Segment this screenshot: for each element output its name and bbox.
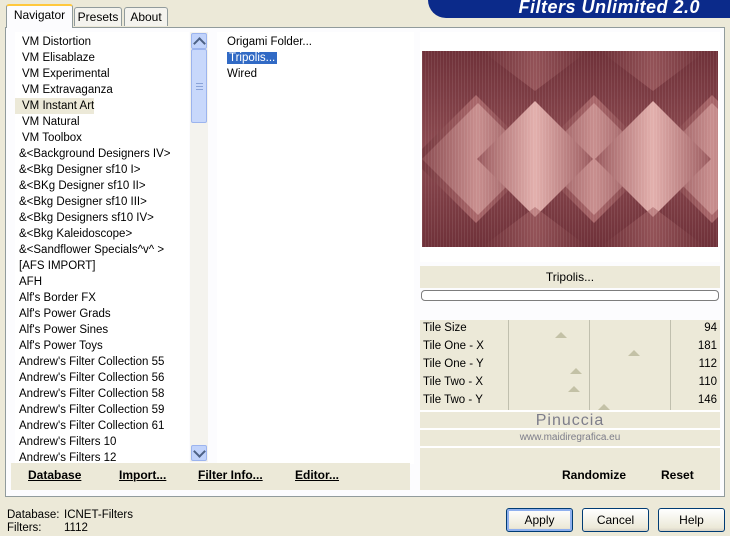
reset-button[interactable]: Reset <box>661 468 694 482</box>
import-button[interactable]: Import... <box>119 468 166 482</box>
param-slider[interactable] <box>482 392 696 410</box>
category-scrollbar[interactable] <box>190 32 208 462</box>
category-item[interactable]: [AFS IMPORT] <box>15 258 189 274</box>
category-item[interactable]: VM Elisablaze <box>15 50 189 66</box>
category-item[interactable]: &<Bkg Designer sf10 I> <box>15 162 189 178</box>
left-button-bar: Database Import... Filter Info... Editor… <box>11 463 410 490</box>
tab-about[interactable]: About <box>124 7 168 26</box>
database-value: ICNET-Filters <box>64 509 133 521</box>
category-list[interactable]: VM Distortion VM Elisablaze VM Experimenta… <box>15 32 189 464</box>
title-banner: Filters Unlimited 2.0 <box>428 0 730 18</box>
scroll-down-button[interactable] <box>191 445 207 461</box>
filters-count-label: Filters: <box>7 522 42 534</box>
category-item[interactable]: Alf's Power Grads <box>15 306 189 322</box>
category-item[interactable]: Andrew's Filter Collection 61 <box>15 418 189 434</box>
category-item[interactable]: VM Experimental <box>15 66 189 82</box>
filter-name-label: Tripolis... <box>420 266 720 288</box>
category-item[interactable]: &<Background Designers IV> <box>15 146 189 162</box>
parameter-panel: Pinuccia www.maidiregrafica.eu Tile Size… <box>420 320 720 465</box>
tab-presets[interactable]: Presets <box>74 7 122 26</box>
right-button-bar: Randomize Reset <box>420 463 720 490</box>
category-item[interactable]: Andrew's Filter Collection 55 <box>15 354 189 370</box>
param-slider[interactable] <box>482 374 696 392</box>
param-row[interactable]: Tile Two - Y 146 <box>420 392 720 410</box>
param-slider[interactable] <box>482 356 696 374</box>
param-label: Tile Size <box>423 322 467 334</box>
scroll-up-button[interactable] <box>191 33 207 49</box>
filter-info-button[interactable]: Filter Info... <box>198 468 263 482</box>
category-item[interactable]: &<Bkg Designer sf10 III> <box>15 194 189 210</box>
param-label: Tile Two - Y <box>423 394 483 406</box>
preview-image <box>422 51 718 247</box>
category-item[interactable]: VM Extravaganza <box>15 82 189 98</box>
param-row[interactable]: Tile Size 94 <box>420 320 720 338</box>
cancel-button[interactable]: Cancel <box>582 508 649 532</box>
category-item[interactable]: Andrew's Filter Collection 59 <box>15 402 189 418</box>
filter-item[interactable]: Wired <box>217 66 414 82</box>
filter-item[interactable]: Tripolis... <box>217 50 414 66</box>
param-row[interactable]: Tile One - Y 112 <box>420 356 720 374</box>
preview-panel <box>420 32 720 262</box>
param-row[interactable]: Tile Two - X 110 <box>420 374 720 392</box>
help-button[interactable]: Help <box>658 508 725 532</box>
param-label: Tile One - X <box>423 340 484 352</box>
param-label: Tile Two - X <box>423 376 484 388</box>
category-item[interactable]: Andrew's Filters 10 <box>15 434 189 450</box>
category-item[interactable]: Alf's Power Sines <box>15 322 189 338</box>
filter-list[interactable]: Origami Folder... Tripolis... Wired <box>217 32 414 464</box>
database-label: Database: <box>7 509 60 521</box>
param-slider[interactable] <box>482 338 696 356</box>
category-item[interactable]: Alf's Power Toys <box>15 338 189 354</box>
param-value: 94 <box>704 322 717 334</box>
apply-button[interactable]: Apply <box>506 508 573 532</box>
watermark-name: Pinuccia <box>535 412 605 429</box>
category-item[interactable]: AFH <box>15 274 189 290</box>
category-item[interactable]: &<Bkg Kaleidoscope> <box>15 226 189 242</box>
filter-item[interactable]: Origami Folder... <box>217 34 414 50</box>
category-item[interactable]: VM Toolbox <box>15 130 189 146</box>
editor-button[interactable]: Editor... <box>295 468 339 482</box>
randomize-button[interactable]: Randomize <box>562 468 626 482</box>
category-item[interactable]: VM Natural <box>15 114 189 130</box>
category-item[interactable]: Andrew's Filter Collection 58 <box>15 386 189 402</box>
param-value: 112 <box>698 358 717 370</box>
category-item[interactable]: VM Instant Art <box>15 98 94 114</box>
param-value: 181 <box>697 340 717 352</box>
empty-param-row <box>420 448 720 464</box>
param-value: 110 <box>698 376 717 388</box>
filter-item-label: Tripolis... <box>225 51 279 65</box>
filter-item-label: Origami Folder... <box>227 36 312 48</box>
category-item[interactable]: &<BKg Designer sf10 II> <box>15 178 189 194</box>
slider-marker[interactable] <box>597 404 610 410</box>
database-button[interactable]: Database <box>28 468 81 482</box>
category-item[interactable]: Andrew's Filters 12 <box>15 450 189 464</box>
category-item[interactable]: &<Sandflower Specials^v^ > <box>15 242 189 258</box>
tab-navigator[interactable]: Navigator <box>6 4 73 28</box>
category-item[interactable]: VM Distortion <box>15 34 189 50</box>
category-item[interactable]: &<Bkg Designers sf10 IV> <box>15 210 189 226</box>
filter-item-label: Wired <box>227 68 258 80</box>
filters-count-value: 1112 <box>64 522 88 534</box>
progress-bar <box>421 290 719 301</box>
param-label: Tile One - Y <box>423 358 484 370</box>
param-slider[interactable] <box>482 320 696 338</box>
banner-title: Filters Unlimited 2.0 <box>518 0 700 17</box>
scroll-thumb[interactable] <box>191 49 207 123</box>
category-item[interactable]: Alf's Border FX <box>15 290 189 306</box>
param-row[interactable]: Tile One - X 181 <box>420 338 720 356</box>
category-item[interactable]: Andrew's Filter Collection 56 <box>15 370 189 386</box>
watermark-url: www.maidiregrafica.eu <box>519 432 621 443</box>
param-value: 146 <box>697 394 717 406</box>
